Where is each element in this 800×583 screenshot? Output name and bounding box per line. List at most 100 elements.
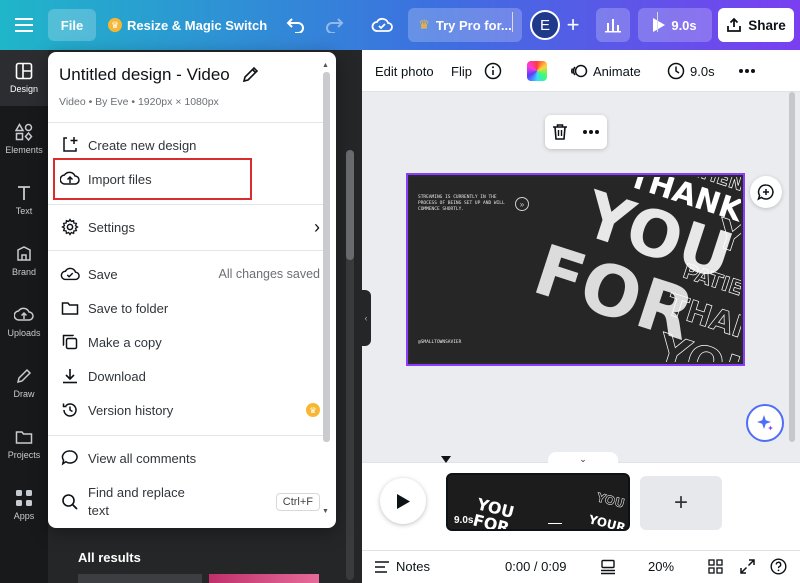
timeline-collapse-toggle[interactable]: ⌄ <box>548 452 618 466</box>
rail-item-brand[interactable]: Brand <box>0 233 48 289</box>
flip-button[interactable]: Flip <box>451 50 472 92</box>
design-artwork[interactable]: STREAMING IS CURRENTLY IN THE PROCESS OF… <box>410 177 741 362</box>
menu-item-save[interactable]: Save All changes saved <box>56 259 320 289</box>
pen-icon <box>16 368 32 384</box>
main-menu-button[interactable] <box>8 9 40 41</box>
help-button[interactable] <box>770 550 787 583</box>
notes-label: Notes <box>396 559 430 574</box>
edit-photo-button[interactable]: Edit photo <box>375 50 434 92</box>
side-panel-scrollbar[interactable] <box>346 150 354 580</box>
file-menu-button[interactable]: File <box>48 9 96 41</box>
keyboard-shortcut: Ctrl+F <box>275 493 320 511</box>
menu-item-download[interactable]: Download <box>56 361 320 391</box>
redo-button[interactable] <box>320 11 348 39</box>
menu-item-save-to-folder[interactable]: Save to folder <box>56 293 320 323</box>
menu-item-label: View all comments <box>88 450 197 466</box>
chevron-left-icon: ‹ <box>364 313 368 323</box>
info-button[interactable] <box>484 50 502 92</box>
scrollbar-thumb[interactable] <box>789 92 795 442</box>
result-thumbnail[interactable] <box>209 574 319 583</box>
redo-icon <box>326 18 344 33</box>
scrollbar-thumb[interactable] <box>323 72 330 442</box>
share-label: Share <box>748 17 786 33</box>
add-comment-button[interactable] <box>750 176 782 208</box>
menu-item-find-and-replace[interactable]: Find and replace text Ctrl+F <box>56 482 320 522</box>
menu-item-view-all-comments[interactable]: View all comments <box>56 443 320 473</box>
insights-button[interactable] <box>596 8 630 42</box>
grid-view-button[interactable] <box>708 550 723 583</box>
more-options-button[interactable] <box>738 50 756 92</box>
magic-assistant-button[interactable] <box>746 404 784 442</box>
save-status-text: All changes saved <box>218 267 320 281</box>
notes-button[interactable]: Notes <box>374 550 430 583</box>
rail-item-elements[interactable]: Elements <box>0 111 48 167</box>
fast-forward-icon: » <box>515 197 529 211</box>
timeline-view-icon <box>601 559 615 574</box>
trash-icon[interactable] <box>552 123 568 141</box>
clip-thumbnail-artwork: YOU FOR YOU YOUR <box>471 490 627 529</box>
duration-button[interactable]: 9.0s <box>667 50 715 92</box>
rail-item-uploads[interactable]: Uploads <box>0 294 48 350</box>
design-canvas-page[interactable]: STREAMING IS CURRENTLY IN THE PROCESS OF… <box>406 173 745 366</box>
rail-item-text[interactable]: Text <box>0 172 48 228</box>
left-rail: Design Elements Text Brand Uploads Draw … <box>0 50 48 583</box>
duration-label: 9.0s <box>690 63 715 79</box>
animate-icon <box>571 64 588 78</box>
share-button[interactable]: Share <box>718 8 794 42</box>
history-icon <box>60 400 80 420</box>
grid-view-icon <box>708 559 723 574</box>
info-icon <box>484 62 502 80</box>
menu-item-make-a-copy[interactable]: Make a copy <box>56 327 320 357</box>
animate-button[interactable]: Animate <box>570 50 641 92</box>
scroll-down-arrow-icon[interactable]: ▼ <box>322 508 329 515</box>
play-duration-label: 9.0s <box>671 17 697 33</box>
menu-item-settings[interactable]: Settings › <box>56 212 320 242</box>
present-play-button[interactable]: 9.0s <box>638 8 712 42</box>
element-mini-toolbar <box>545 115 607 149</box>
thank-you-artwork: THANK PATIENCE YOU YOU PATIENCE FOR THAN… <box>530 177 741 362</box>
toolbar-divider <box>512 12 513 32</box>
menu-item-label: Make a copy <box>88 334 162 350</box>
rail-item-draw[interactable]: Draw <box>0 355 48 411</box>
user-avatar[interactable]: E <box>530 10 560 40</box>
rail-item-design[interactable]: Design <box>0 50 48 106</box>
rail-label: Apps <box>13 511 35 521</box>
zoom-level[interactable]: 20% <box>648 550 674 583</box>
timeline-play-button[interactable] <box>380 478 426 524</box>
hamburger-icon <box>15 18 33 32</box>
folder-icon <box>60 298 80 318</box>
menu-scrollbar[interactable]: ▲ ▼ <box>320 62 332 524</box>
canvas-scrollbar[interactable] <box>789 92 795 450</box>
menu-item-label: Save to folder <box>88 300 169 316</box>
add-collaborator-button[interactable]: + <box>561 10 585 40</box>
resize-magic-switch-button[interactable]: ♛ Resize & Magic Switch <box>104 9 271 41</box>
rail-item-apps[interactable]: Apps <box>0 477 48 533</box>
timeline-clip[interactable]: YOU FOR YOU YOUR 9.0s <box>446 473 630 531</box>
pencil-icon[interactable] <box>241 64 261 84</box>
menu-item-create-new-design[interactable]: Create new design <box>56 130 320 160</box>
crown-icon: ♛ <box>418 17 430 32</box>
design-subtitle: Video • By Eve • 1920px × 1080px <box>59 96 219 108</box>
more-horizontal-icon[interactable] <box>582 129 600 135</box>
try-pro-button[interactable]: ♛ Try Pro for... <box>408 8 522 42</box>
rail-item-projects[interactable]: Projects <box>0 416 48 472</box>
rail-label: Uploads <box>7 328 41 338</box>
save-status-button[interactable] <box>368 11 396 39</box>
timeline-view-button[interactable] <box>600 550 616 583</box>
add-page-button[interactable]: + <box>640 476 722 530</box>
result-thumbnail[interactable] <box>78 574 202 583</box>
undo-icon <box>286 18 304 33</box>
fullscreen-button[interactable] <box>740 550 755 583</box>
scrollbar-thumb[interactable] <box>346 150 354 260</box>
chevron-down-icon: ⌄ <box>579 453 587 464</box>
comment-plus-icon <box>757 184 774 201</box>
color-picker-button[interactable] <box>527 50 547 92</box>
clip-duration-label: 9.0s <box>454 515 474 526</box>
scroll-up-arrow-icon[interactable]: ▲ <box>322 62 329 69</box>
menu-item-version-history[interactable]: Version history ♛ <box>56 395 320 425</box>
playhead-marker-icon[interactable] <box>441 456 451 466</box>
undo-button[interactable] <box>282 11 310 39</box>
design-title[interactable]: Untitled design - Video <box>59 65 230 85</box>
pro-crown-badge-icon: ♛ <box>306 403 320 417</box>
collapse-panel-button[interactable]: ‹ <box>361 290 371 346</box>
